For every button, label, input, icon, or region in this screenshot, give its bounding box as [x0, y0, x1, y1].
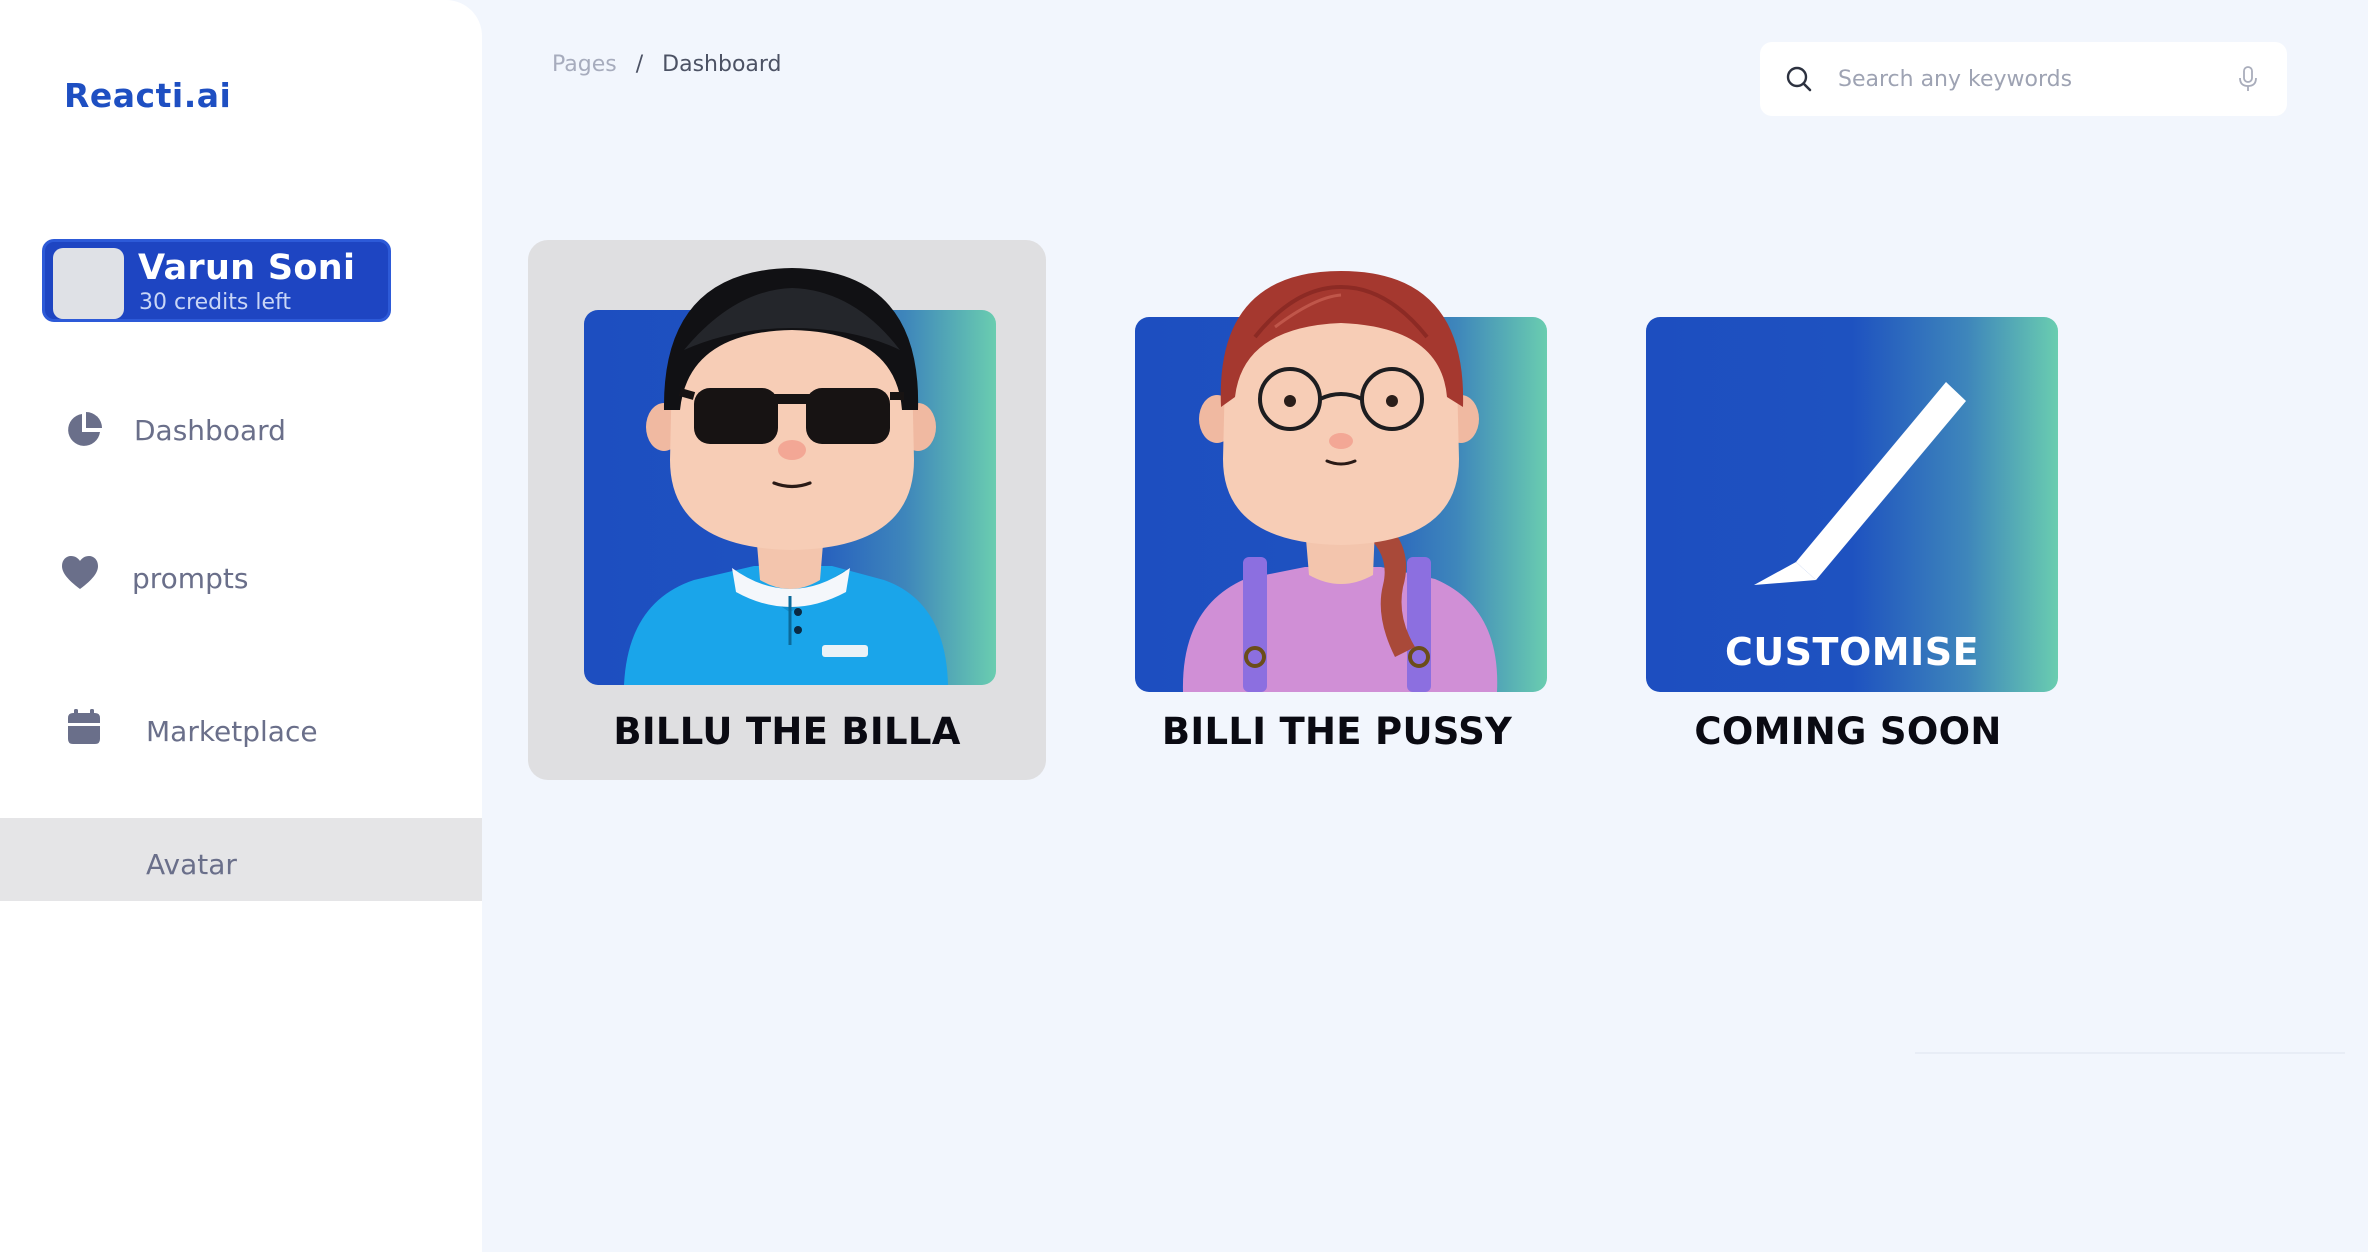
sidebar: Reacti.ai Varun Soni 30 credits left Das… — [0, 0, 482, 1252]
avatar-image — [1135, 271, 1547, 692]
card-title: COMING SOON — [1694, 710, 2002, 753]
sidebar-item-label: Marketplace — [146, 715, 318, 748]
brand-logo[interactable]: Reacti.ai — [64, 76, 231, 115]
search-icon — [1786, 66, 1812, 92]
sidebar-item-prompts[interactable]: prompts — [0, 540, 482, 620]
sidebar-item-marketplace[interactable]: Marketplace — [0, 693, 482, 773]
heart-icon — [62, 556, 98, 589]
avatar-card-billu[interactable]: BILLU THE BILLA — [528, 240, 1046, 780]
customise-label: CUSTOMISE — [1724, 630, 1980, 674]
divider — [1915, 1052, 2345, 1054]
search-bar — [1760, 42, 2287, 116]
sidebar-item-label: Avatar — [146, 848, 237, 881]
customise-image: CUSTOMISE — [1646, 317, 2058, 692]
customise-card[interactable]: CUSTOMISE COMING SOON — [1589, 240, 2107, 780]
calendar-icon — [68, 709, 100, 744]
avatar — [53, 248, 124, 319]
avatar-illustration-icon — [624, 268, 948, 685]
microphone-icon[interactable] — [2233, 64, 2263, 94]
sidebar-item-label: Dashboard — [134, 414, 286, 447]
sidebar-item-dashboard[interactable]: Dashboard — [0, 392, 482, 472]
pie-chart-icon — [68, 412, 102, 446]
breadcrumb: Pages / Dashboard — [552, 52, 782, 77]
avatar-card-billi[interactable]: BILLI THE PUSSY — [1078, 240, 1596, 780]
breadcrumb-separator: / — [635, 52, 644, 77]
sidebar-item-label: prompts — [132, 562, 249, 595]
search-input[interactable] — [1838, 60, 2218, 98]
avatar-image — [584, 268, 996, 685]
avatar-illustration-icon — [1182, 271, 1498, 692]
profile-card[interactable]: Varun Soni 30 credits left — [42, 239, 391, 322]
breadcrumb-parent[interactable]: Pages — [552, 52, 617, 77]
profile-name: Varun Soni — [138, 248, 356, 288]
breadcrumb-current: Dashboard — [662, 52, 782, 77]
card-title: BILLI THE PUSSY — [1161, 710, 1513, 753]
card-title: BILLU THE BILLA — [613, 710, 961, 753]
credits-label: 30 credits left — [139, 290, 291, 315]
sidebar-item-avatar[interactable]: Avatar — [0, 818, 482, 901]
